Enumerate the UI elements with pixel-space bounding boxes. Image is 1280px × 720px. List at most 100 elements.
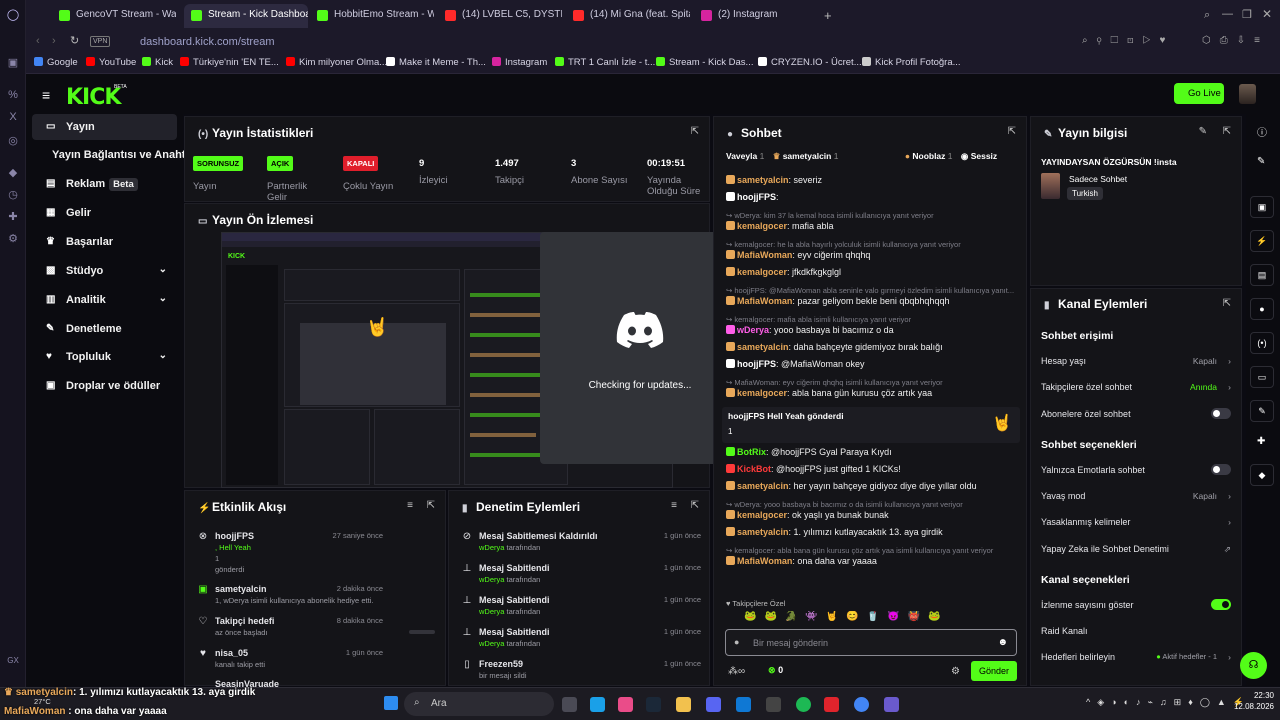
edit-icon[interactable]: ✎ (1199, 126, 1207, 137)
tab-2[interactable]: Stream - Kick Dashboard (184, 4, 308, 28)
chat-username[interactable]: kemalgocer (737, 221, 787, 231)
show-viewers-toggle[interactable] (1211, 599, 1231, 610)
steam-icon[interactable] (646, 697, 661, 712)
edit-layout-icon[interactable]: ✎ (1257, 156, 1265, 167)
chat-message[interactable]: hoojjFPS: @MafiaWoman okey (726, 359, 865, 369)
task-view-icon[interactable] (562, 697, 577, 712)
file-explorer-icon[interactable] (676, 697, 691, 712)
setting-banned-words[interactable]: Yasaklanmış kelimeler › (1041, 517, 1231, 527)
popout-icon[interactable]: ⇱ (1223, 126, 1231, 137)
nav-item-basarilar[interactable]: ♛ Başarılar (32, 229, 177, 255)
setting-ai-moderation[interactable]: Yapay Zeka ile Sohbet Denetimi ⇗ (1041, 544, 1231, 554)
system-tray-icons[interactable]: ^◈◑◐♪⌁♫⊞♦◯▲⚡ (1086, 697, 1251, 708)
puzzle-icon[interactable]: ✚ (6, 210, 20, 224)
bookmark-item[interactable]: Instagram (492, 57, 547, 68)
tab-4[interactable]: (14) LVBEL C5, DYSTINCT (438, 4, 562, 28)
url-field[interactable]: dashboard.kick.com/stream (140, 34, 1130, 51)
rail-button-8[interactable]: ◆ (1250, 464, 1274, 486)
chat-mode[interactable]: Sessiz (971, 151, 997, 161)
reload-icon[interactable]: ↻ (70, 34, 79, 47)
users-icon[interactable]: ⁂∞ (728, 666, 745, 677)
nav-item-gelir[interactable]: ▦ Gelir (32, 200, 177, 226)
rail-button-7[interactable]: ✎ (1250, 400, 1274, 422)
top-user-name[interactable]: sametyalcin (783, 151, 832, 161)
percent-icon[interactable]: % (6, 88, 20, 102)
tab-5[interactable]: (14) Mi Gna (feat. Spitakci (566, 4, 690, 28)
setting-subs-only[interactable]: Abonelere özel sohbet (1041, 408, 1231, 419)
obs-icon[interactable] (766, 697, 781, 712)
chat-message[interactable]: KickBot: @hoojjFPS just gifted 1 KICKs! (726, 464, 901, 474)
kick-logo[interactable]: KICK (66, 85, 121, 110)
forward-icon[interactable]: › (52, 35, 56, 47)
nav-item-topluluk[interactable]: ♥ Topluluk ⌄ (32, 344, 177, 370)
windows-start-icon[interactable] (384, 696, 398, 710)
nav-item-reklam[interactable]: ▤ Reklam Beta (32, 171, 177, 197)
top-user-name[interactable]: Nooblaz (912, 151, 945, 161)
chat-message[interactable]: MafiaWoman: pazar geliyom bekle beni qbq… (726, 296, 949, 306)
tab-6[interactable]: (2) Instagram (694, 4, 818, 28)
settings-icon[interactable]: ⚙ (6, 232, 20, 246)
emote-picker-row[interactable]: 🐸🐸🐊👾🤘😊🥤😈👹🐸 (744, 611, 1020, 625)
rail-button-4[interactable]: ● (1250, 298, 1274, 320)
mail-icon[interactable] (736, 697, 751, 712)
opera-gx-icon[interactable] (824, 697, 839, 712)
bookmark-item[interactable]: Stream - Kick Das... (656, 57, 753, 68)
nav-item-droplar[interactable]: ▣ Droplar ve ödüller (32, 373, 177, 399)
app-icon[interactable] (884, 697, 899, 712)
history-icon[interactable]: ◷ (6, 188, 20, 202)
nav-item-yayin[interactable]: ▭ Yayın (32, 114, 177, 140)
support-chat-button[interactable]: ☊ (1240, 652, 1267, 679)
nav-item-analitik[interactable]: ▥ Analitik ⌄ (32, 287, 177, 313)
vpn-badge[interactable]: VPN (90, 36, 111, 47)
address-bar-actions-icon[interactable]: ⌕⚲☐⊡▷♥ (1082, 35, 1174, 46)
bookmark-item[interactable]: Kick Profil Fotoğra... (862, 57, 961, 68)
chat-message[interactable]: sametyalcin: 1. yılımızı kutlayacaktık 1… (726, 527, 943, 537)
chat-message[interactable]: kemalgocer: jfkdkfkgkglgl (726, 267, 841, 277)
chat-message[interactable]: kemalgocer: abla bana gün kurusu çöz art… (726, 388, 932, 398)
minimize-icon[interactable]: — (1222, 8, 1233, 20)
go-live-button[interactable]: Go Live (1174, 83, 1224, 104)
bookmark-item[interactable]: Kick (142, 57, 173, 68)
bookmark-item[interactable]: YouTube (86, 57, 136, 68)
chat-username[interactable]: KickBot (737, 464, 771, 474)
rail-button-6[interactable]: ▭ (1250, 366, 1274, 388)
chat-message[interactable]: BotRix: @hoojjFPS Gyal Paraya Kıydı (726, 447, 892, 457)
setting-raid[interactable]: Raid Kanalı (1041, 626, 1231, 636)
popout-icon[interactable]: ⇱ (427, 500, 435, 511)
bookmark-item[interactable]: CRYZEN.IO - Ücret... (758, 57, 862, 68)
chat-username[interactable]: hoojjFPS (737, 192, 776, 202)
chat-settings-icon[interactable]: ⚙ (951, 666, 960, 677)
filter-icon[interactable]: ≡ (407, 500, 413, 511)
opera-logo-icon[interactable]: ◯ (6, 8, 20, 22)
rail-button-5[interactable]: (•) (1250, 332, 1274, 354)
bookmark-item[interactable]: Türkiye'nin 'EN TE... (180, 57, 279, 68)
chat-username[interactable]: sametyalcin (737, 342, 789, 352)
bookmark-item[interactable]: Google (34, 57, 78, 68)
chat-message[interactable]: wDerya: yooo basbaya bi bacımız o da (726, 325, 894, 335)
search-tabs-icon[interactable]: ⌕ (1204, 9, 1210, 22)
kick-points[interactable]: ⊗ 0 (768, 665, 783, 676)
bookmark-item[interactable]: Make it Meme - Th... (386, 57, 486, 68)
chat-message[interactable]: kemalgocer: ok yaşlı ya bunak bunak (726, 510, 889, 520)
chrome-icon[interactable] (854, 697, 869, 712)
setting-emotes-only[interactable]: Yalnızca Emotlarla sohbet (1041, 464, 1231, 475)
info-icon[interactable]: ⓘ (1257, 124, 1267, 139)
popout-icon[interactable]: ⇱ (691, 126, 699, 137)
discord-icon[interactable] (706, 697, 721, 712)
emotes-only-toggle[interactable] (1211, 464, 1231, 475)
chat-username[interactable]: MafiaWoman (737, 250, 792, 260)
instagram-icon[interactable]: ◎ (6, 134, 20, 148)
taskbar-search[interactable]: ⌕ Ara (404, 692, 554, 716)
messenger-icon[interactable]: ▣ (6, 56, 20, 70)
spotify-icon[interactable] (796, 697, 811, 712)
chat-username[interactable]: kemalgocer (737, 510, 787, 520)
popout-icon[interactable]: ⇱ (691, 500, 699, 511)
chat-input[interactable]: ● Bir mesaj gönderin ☻ (725, 629, 1017, 656)
chat-username[interactable]: BotRix (737, 447, 766, 457)
rail-button-3[interactable]: ▤ (1250, 264, 1274, 286)
nav-item-stream-key[interactable]: Yayın Bağlantısı ve Anahtarı (32, 142, 199, 168)
x-twitter-icon[interactable]: X (6, 110, 20, 124)
chat-message[interactable]: sametyalcin: her yayın bahçeye gidiyoz d… (726, 481, 977, 491)
chat-username[interactable]: MafiaWoman (737, 296, 792, 306)
popout-icon[interactable]: ⇱ (1008, 126, 1016, 137)
